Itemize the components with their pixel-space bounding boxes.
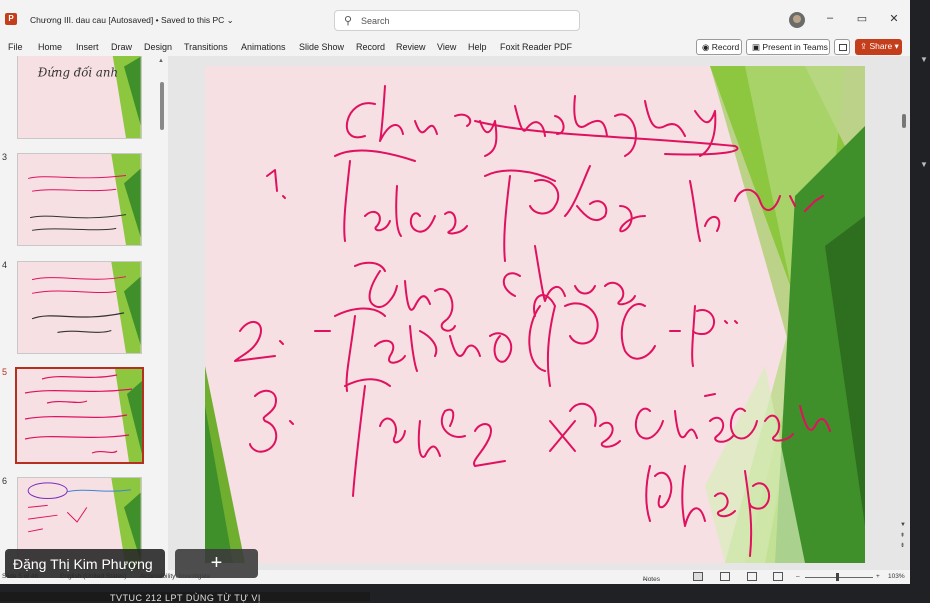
slide-thumbnail-active[interactable]	[15, 367, 144, 464]
handwriting-ink	[234, 85, 831, 557]
slide-number: 5	[2, 367, 8, 377]
document-title[interactable]: Chương III. dau cau [Autosaved] • Saved …	[30, 15, 234, 26]
thumbnail-caption: Đứng đối anh	[37, 65, 118, 79]
slide-number: 6	[2, 476, 8, 486]
zoom-in-icon[interactable]: +	[876, 573, 880, 580]
scroll-down-icon[interactable]: ▼	[900, 522, 906, 528]
zoom-out-icon[interactable]: –	[796, 573, 800, 580]
present-label: Present in Teams	[762, 42, 828, 52]
account-avatar[interactable]	[789, 12, 805, 28]
tab-design[interactable]: Design	[144, 42, 172, 52]
search-input[interactable]: ⚲ Search	[334, 10, 580, 31]
chevron-down-icon: ▾	[892, 41, 899, 51]
tab-file[interactable]: File	[8, 42, 23, 52]
close-button[interactable]: ✕	[887, 12, 901, 25]
zoom-slider-thumb[interactable]	[836, 573, 839, 581]
chevron-down-icon[interactable]: ▼	[920, 160, 928, 169]
tab-view[interactable]: View	[437, 42, 456, 52]
slide-show-icon[interactable]	[773, 572, 783, 581]
thumbnail-content	[31, 262, 141, 353]
tab-foxit-reader-pdf[interactable]: Foxit Reader PDF	[500, 42, 572, 52]
participant-name-tag: Đặng Thị Kim Phượng	[5, 549, 165, 578]
comments-icon[interactable]	[834, 39, 850, 55]
tab-slide-show[interactable]: Slide Show	[299, 42, 344, 52]
search-placeholder: Search	[361, 16, 390, 26]
tab-help[interactable]: Help	[468, 42, 487, 52]
thumbnail-scrollbar[interactable]: ▲	[158, 56, 166, 570]
record-button[interactable]: ◉ Record	[696, 39, 742, 55]
next-slide-icon[interactable]: ⇟	[900, 542, 905, 549]
powerpoint-window: P Chương III. dau cau [Autosaved] • Save…	[0, 0, 910, 584]
tab-record[interactable]: Record	[356, 42, 385, 52]
slide-number: 4	[2, 260, 8, 270]
thumbnail-content: Đứng đối anh	[37, 56, 141, 138]
slide-number: 3	[2, 152, 8, 162]
thumbnail-content	[24, 369, 142, 462]
minimize-button[interactable]: –	[823, 12, 837, 24]
tab-transitions[interactable]: Transitions	[184, 42, 228, 52]
scroll-up-icon[interactable]: ▲	[158, 58, 164, 64]
slide-sorter-icon[interactable]	[720, 572, 730, 581]
chevron-down-icon[interactable]: ▼	[920, 55, 928, 64]
share-label: Share	[869, 41, 893, 51]
reading-view-icon[interactable]	[747, 572, 757, 581]
present-in-teams-button[interactable]: ▣ Present in Teams	[746, 39, 830, 55]
normal-view-icon[interactable]	[693, 572, 703, 581]
slide-thumbnail[interactable]: Đứng đối anh	[17, 56, 142, 139]
add-tile-button[interactable]: +	[175, 549, 258, 578]
slide-canvas[interactable]	[205, 66, 865, 563]
maximize-button[interactable]: ▭	[855, 12, 869, 25]
title-bar: P Chương III. dau cau [Autosaved] • Save…	[0, 0, 910, 38]
tab-insert[interactable]: Insert	[76, 42, 99, 52]
teams-icon: ▣	[752, 42, 763, 52]
search-icon: ⚲	[344, 15, 353, 27]
thumbnail-content	[28, 154, 141, 245]
bottom-strip: TVTUC 212 LPT DÙNG TỪ TỰ VỊ	[0, 584, 930, 603]
tab-draw[interactable]: Draw	[111, 42, 132, 52]
notes-label: Notes	[643, 576, 660, 583]
tab-review[interactable]: Review	[396, 42, 426, 52]
share-button[interactable]: ⇪ Share ▾	[855, 39, 902, 55]
record-icon: ◉	[702, 42, 712, 52]
bottom-caption: TVTUC 212 LPT DÙNG TỪ TỰ VỊ	[110, 593, 261, 603]
side-panel-edge: ▼ ▼	[910, 0, 930, 601]
zoom-level[interactable]: 103%	[888, 573, 905, 580]
zoom-slider[interactable]	[805, 577, 873, 578]
scroll-thumb[interactable]	[902, 114, 906, 128]
scroll-thumb[interactable]	[160, 82, 164, 130]
tab-home[interactable]: Home	[38, 42, 62, 52]
record-label: Record	[711, 42, 740, 52]
slide-thumbnail-pane: Đứng đối anh 3 4 5 6	[0, 56, 168, 570]
slide-thumbnail[interactable]	[17, 261, 142, 354]
slide-scrollbar[interactable]: ▼ ⇞ ⇟	[899, 56, 909, 570]
tab-animations[interactable]: Animations	[241, 42, 286, 52]
powerpoint-icon: P	[5, 13, 17, 25]
slide-thumbnail[interactable]	[17, 153, 142, 246]
previous-slide-icon[interactable]: ⇞	[900, 532, 905, 539]
